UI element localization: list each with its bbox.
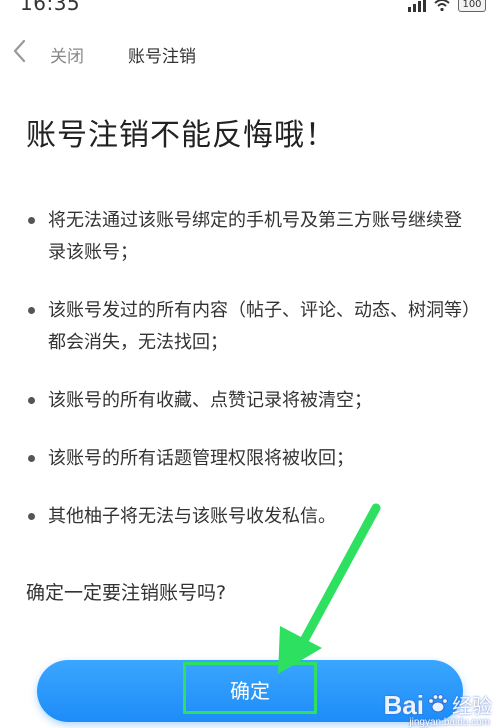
bullet-dot-icon xyxy=(28,217,35,224)
status-icons: 100 xyxy=(408,0,486,12)
bullet-dot-icon xyxy=(28,307,35,314)
list-item-text: 其他柚子将无法与该账号收发私信。 xyxy=(48,506,336,527)
list-item: 将无法通过该账号绑定的手机号及第三方账号继续登录该账号； xyxy=(26,205,476,269)
list-item-text: 该账号的所有收藏、点赞记录将被清空； xyxy=(48,390,372,411)
back-arrow-icon[interactable] xyxy=(6,36,36,66)
status-bar: 16:35 100 xyxy=(0,0,500,18)
list-item: 其他柚子将无法与该账号收发私信。 xyxy=(26,501,476,533)
battery-icon: 100 xyxy=(458,0,486,12)
confirm-button-label: 确定 xyxy=(230,679,270,703)
list-item-text: 该账号发过的所有内容（帖子、评论、动态、树洞等）都会消失，无法找回； xyxy=(48,300,471,353)
bullet-dot-icon xyxy=(28,513,35,520)
list-item-text: 该账号的所有话题管理权限将被收回； xyxy=(48,448,354,469)
signal-icon xyxy=(408,0,426,12)
confirm-button[interactable]: 确定 xyxy=(37,660,463,722)
battery-level: 100 xyxy=(462,0,482,10)
list-item-text: 将无法通过该账号绑定的手机号及第三方账号继续登录该账号； xyxy=(48,210,462,263)
watermark-url: jingyan.baidu.com xyxy=(409,717,490,728)
bullet-dot-icon xyxy=(28,397,35,404)
nav-bar: 关闭 账号注销 xyxy=(0,28,500,78)
warning-headline: 账号注销不能反悔哦！ xyxy=(26,118,336,153)
list-item: 该账号的所有话题管理权限将被收回； xyxy=(26,443,476,475)
confirm-question: 确定一定要注销账号吗? xyxy=(26,582,227,604)
wifi-icon xyxy=(434,0,450,12)
list-item: 该账号的所有收藏、点赞记录将被清空； xyxy=(26,385,476,417)
page-title: 账号注销 xyxy=(128,47,196,67)
bullet-dot-icon xyxy=(28,455,35,462)
close-link[interactable]: 关闭 xyxy=(50,42,84,67)
status-time: 16:35 xyxy=(20,0,81,15)
list-item: 该账号发过的所有内容（帖子、评论、动态、树洞等）都会消失，无法找回； xyxy=(26,295,476,359)
consequence-list: 将无法通过该账号绑定的手机号及第三方账号继续登录该账号； 该账号发过的所有内容（… xyxy=(26,205,476,559)
